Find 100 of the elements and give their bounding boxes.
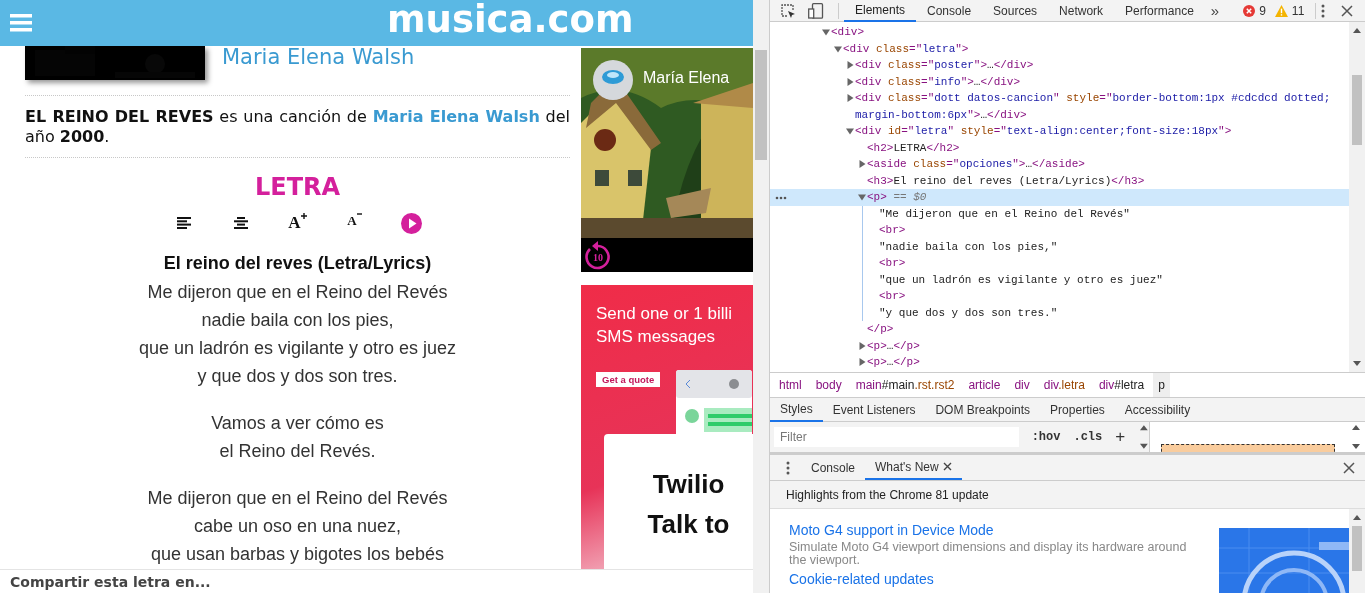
- ad-headline: SMS messages: [596, 326, 717, 348]
- dom-node-text: "nadie baila con los pies,": [879, 239, 1058, 255]
- scrollbar[interactable]: [1349, 509, 1365, 593]
- scrollbar-thumb[interactable]: [755, 50, 767, 160]
- dom-row[interactable]: <p>…</p>: [770, 337, 1349, 354]
- lyrics-heading: LETRA: [253, 172, 342, 202]
- font-smaller-button[interactable]: A: [344, 212, 365, 234]
- devtools-tab[interactable]: Sources: [982, 0, 1049, 22]
- scroll-up-icon[interactable]: [1353, 28, 1361, 33]
- style-toolbar-button[interactable]: +: [1110, 427, 1131, 447]
- ad-headline: Send one or 1 billi: [596, 303, 734, 325]
- error-count[interactable]: 9: [1259, 3, 1266, 18]
- scrollbar-thumb[interactable]: [1352, 526, 1362, 571]
- lyric-line: y que dos y dos son tres.: [196, 365, 399, 388]
- scroll-arrows-icon[interactable]: [1351, 424, 1361, 450]
- channel-logo-icon[interactable]: [593, 60, 633, 100]
- breadcrumb[interactable]: div.letra: [1038, 373, 1090, 397]
- dom-row[interactable]: "nadie baila con los pies,": [770, 238, 1349, 255]
- devtools-tab[interactable]: Network: [1048, 0, 1115, 22]
- scroll-down-icon[interactable]: [1353, 361, 1361, 366]
- scrollbar-thumb[interactable]: [1352, 75, 1362, 145]
- dom-row[interactable]: "Me dijeron que en el Reino del Revés": [770, 205, 1349, 222]
- inspect-icon[interactable]: [780, 2, 796, 19]
- devtools-tab[interactable]: Console: [916, 0, 983, 22]
- warning-count[interactable]: 11: [1291, 3, 1305, 18]
- dom-node-text: <br>: [879, 289, 906, 304]
- dom-node-text: "Me dijeron que en el Reino del Revés": [879, 206, 1130, 222]
- dom-row[interactable]: <h3>El reino del reves (Letra/Lyrics)</h3>: [770, 172, 1349, 189]
- style-toolbar-button[interactable]: .cls: [1068, 430, 1108, 444]
- align-center-icon: [233, 217, 248, 229]
- dom-row[interactable]: <br>: [770, 255, 1349, 272]
- dom-row[interactable]: <p>…</p>: [770, 354, 1349, 371]
- dom-node-text: <div class="poster">…</div>: [855, 58, 1034, 73]
- dom-row[interactable]: <h2>LETRA</h2>: [770, 139, 1349, 156]
- video-title[interactable]: María Elena: [643, 69, 730, 87]
- devtools-tab[interactable]: Performance: [1114, 0, 1205, 22]
- quote-button[interactable]: Get a quote: [596, 372, 661, 387]
- dom-row[interactable]: <div class="dott datos-cancion" style="border-bottom:1px #cdcdcd dotted; margin-bottom:6px">…</div>: [770, 90, 1349, 123]
- styles-pane-tab[interactable]: DOM Breakpoints: [925, 398, 1041, 422]
- dom-row[interactable]: "y que dos y dos son tres.": [770, 304, 1349, 321]
- video-player[interactable]: María Elena 10: [581, 48, 753, 272]
- play-icon: [401, 212, 422, 234]
- font-larger-button[interactable]: A: [287, 212, 308, 234]
- play-button[interactable]: [401, 212, 422, 234]
- dom-row[interactable]: <div id="letra" style="text-align:center;font-size:18px">: [770, 123, 1349, 140]
- device-toolbar-icon[interactable]: [808, 2, 824, 19]
- scrollbar[interactable]: [753, 0, 769, 593]
- scroll-arrows-icon[interactable]: [1139, 424, 1149, 450]
- dom-row[interactable]: <div class="poster">…</div>: [770, 57, 1349, 74]
- styles-pane-tab[interactable]: Properties: [1040, 398, 1115, 422]
- drawer-tab[interactable]: Console: [801, 455, 866, 480]
- news-link[interactable]: Moto G4 support in Device Mode: [789, 522, 1189, 539]
- kebab-menu-icon[interactable]: [786, 460, 790, 475]
- scroll-up-icon[interactable]: [1353, 515, 1361, 520]
- styles-pane-tab[interactable]: Accessibility: [1114, 398, 1201, 422]
- replay-button[interactable]: 10: [584, 240, 612, 270]
- close-icon[interactable]: [1343, 461, 1355, 474]
- kebab-menu-icon[interactable]: [1321, 3, 1326, 18]
- dom-node-text: <p> == $0: [867, 190, 927, 205]
- lyric-line: Me dijeron que en el Reino del Revés: [146, 281, 449, 304]
- warning-icon: [1274, 4, 1288, 17]
- drawer-header-text: Highlights from the Chrome 81 update: [786, 487, 989, 502]
- expand-triangle-icon[interactable]: [858, 160, 866, 168]
- ad-banner[interactable]: Send one or 1 billi SMS messages Get a quote Twilio Talk to: [581, 285, 753, 569]
- breadcrumb[interactable]: html: [774, 373, 807, 397]
- dom-row[interactable]: "que un ladrón es vigilante y otro es juez": [770, 271, 1349, 288]
- lyric-line: que usan barbas y bigotes los bebés: [149, 543, 446, 566]
- dom-row[interactable]: <br>: [770, 288, 1349, 305]
- breadcrumb[interactable]: article: [963, 373, 1006, 397]
- ellipsis-icon[interactable]: [775, 196, 787, 200]
- more-tabs-button[interactable]: »: [1204, 2, 1230, 19]
- collapse-triangle-icon[interactable]: [858, 193, 866, 201]
- dom-row[interactable]: <div class="info">…</div>: [770, 73, 1349, 90]
- breadcrumb[interactable]: div: [1009, 373, 1035, 397]
- breadcrumb[interactable]: body: [810, 373, 847, 397]
- breadcrumb[interactable]: p: [1153, 373, 1170, 397]
- dom-node-text: <br>: [879, 223, 906, 238]
- breadcrumb[interactable]: main#main.rst.rst2: [850, 373, 960, 397]
- dom-row[interactable]: <aside class="opciones">…</aside>: [770, 156, 1349, 173]
- drawer-tab-label[interactable]: What's New: [875, 459, 939, 474]
- breadcrumb[interactable]: div#letra: [1093, 373, 1150, 397]
- dom-row[interactable]: <div>: [770, 24, 1349, 41]
- dom-row[interactable]: <div class="letra">: [770, 40, 1349, 57]
- drawer-tab-label[interactable]: Console: [811, 460, 856, 475]
- dom-row[interactable]: <p> == $0: [770, 189, 1349, 206]
- filter-field[interactable]: Filter: [774, 427, 1019, 447]
- dom-node-text: <h2>LETRA</h2>: [867, 140, 960, 156]
- devtools-tab[interactable]: Elements: [844, 0, 917, 22]
- dom-row[interactable]: <br>: [770, 222, 1349, 239]
- close-icon[interactable]: [1341, 4, 1354, 17]
- styles-pane-tab[interactable]: Event Listeners: [822, 398, 926, 422]
- style-toolbar-button[interactable]: :hov: [1026, 430, 1066, 444]
- close-tab-icon[interactable]: [942, 462, 952, 471]
- dom-node-text: "que un ladrón es vigilante y otro es juez": [879, 272, 1163, 288]
- dom-node-text: <br>: [879, 256, 906, 271]
- share-label[interactable]: Compartir esta letra en...: [10, 573, 211, 590]
- scrollbar[interactable]: [1349, 22, 1365, 372]
- collapse-triangle-icon[interactable]: [846, 127, 854, 135]
- lyric-line: nadie baila con los pies,: [200, 309, 395, 332]
- news-link[interactable]: Cookie-related updates: [789, 571, 1189, 588]
